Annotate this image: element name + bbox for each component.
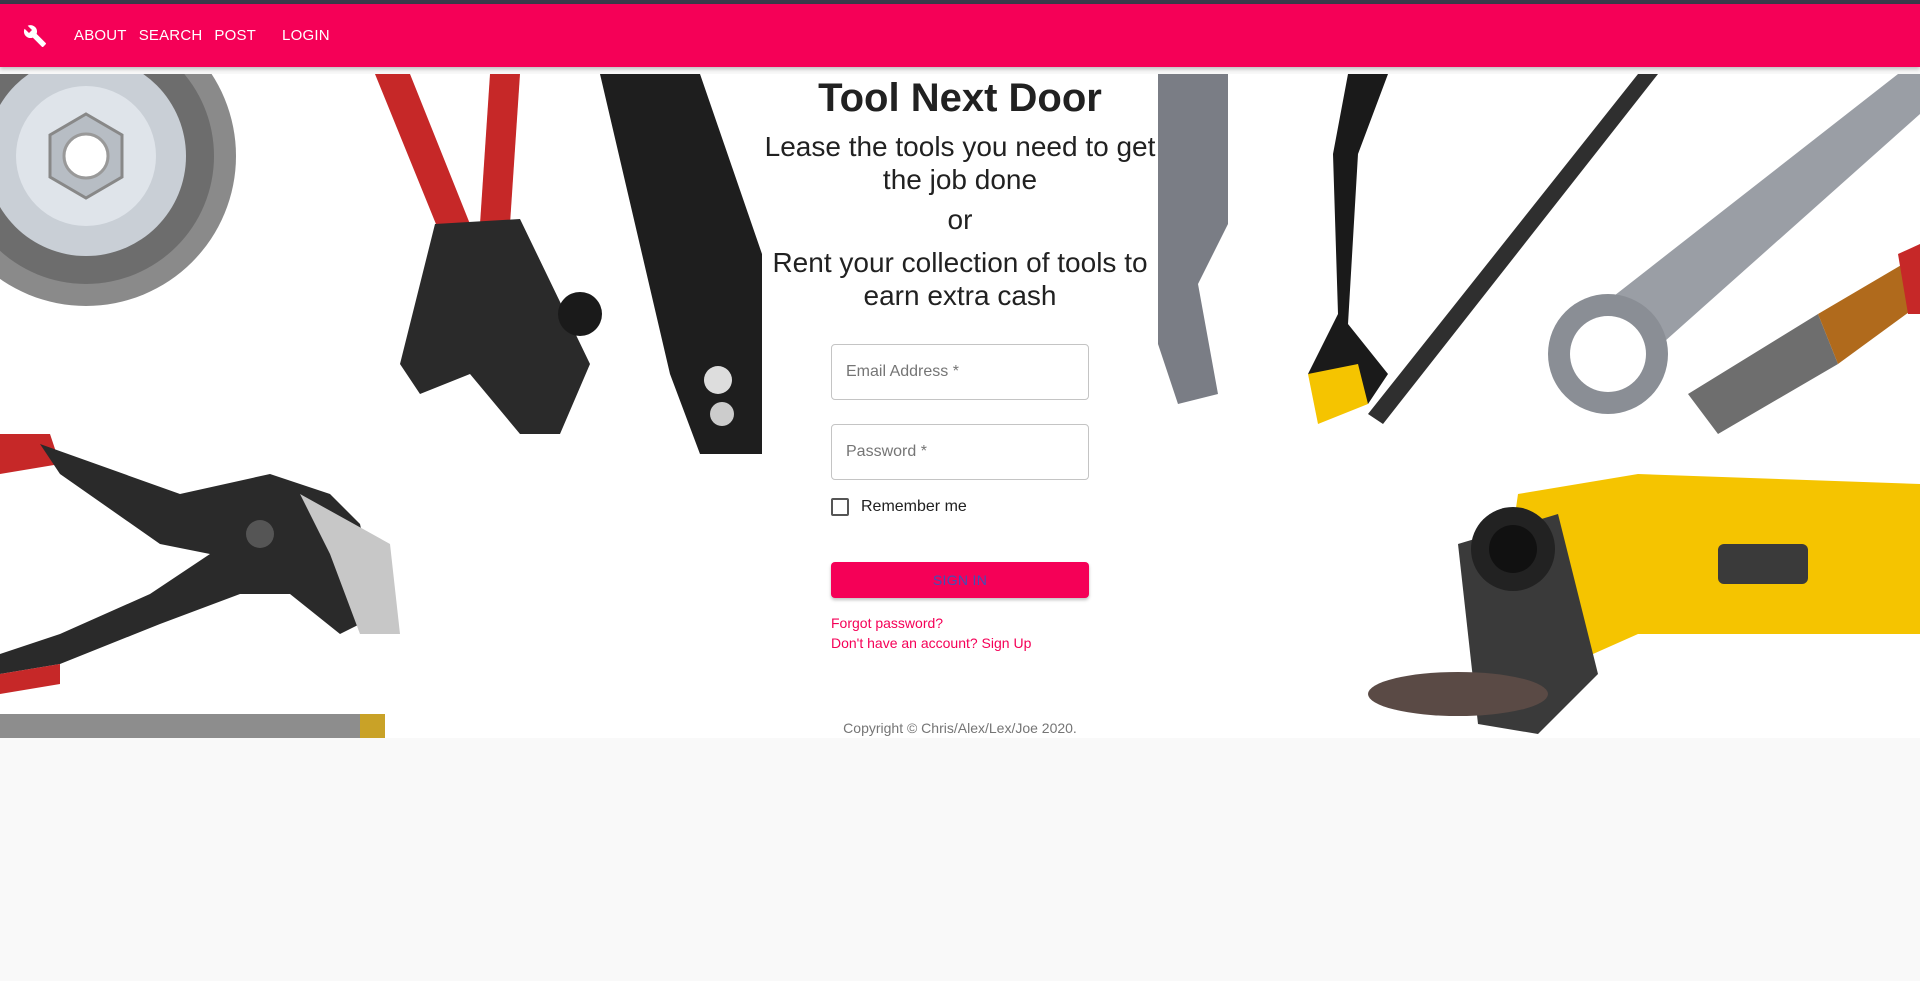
tools-right-illustration: [1158, 74, 1920, 734]
page-title: Tool Next Door: [818, 76, 1102, 120]
nav-about[interactable]: ABOUT: [68, 21, 133, 50]
wrench-icon[interactable]: [22, 23, 48, 49]
forgot-password-link[interactable]: Forgot password?: [831, 615, 943, 631]
remember-me-checkbox[interactable]: [831, 498, 849, 516]
nav-search[interactable]: SEARCH: [133, 21, 209, 50]
nav-login[interactable]: LOGIN: [276, 21, 336, 50]
remember-me-row: Remember me: [831, 498, 967, 516]
password-field-container: [831, 424, 1089, 480]
tools-left-illustration: [0, 74, 762, 738]
email-field[interactable]: [832, 345, 1088, 399]
tagline-rent: Rent your collection of tools to earn ex…: [772, 247, 1148, 311]
sign-up-link[interactable]: Don't have an account? Sign Up: [831, 635, 1031, 651]
remember-me-label: Remember me: [861, 498, 967, 515]
copyright-text: Copyright © Chris/Alex/Lex/Joe 2020.: [843, 720, 1077, 736]
tagline-or: or: [947, 204, 973, 235]
nav-post[interactable]: POST: [208, 21, 262, 50]
tagline-lease: Lease the tools you need to get the job …: [764, 131, 1156, 195]
sign-in-button[interactable]: SIGN IN: [831, 562, 1089, 598]
email-field-container: [831, 344, 1089, 400]
password-field[interactable]: [832, 425, 1088, 479]
app-bar: ABOUT SEARCH POST LOGIN: [0, 4, 1920, 67]
